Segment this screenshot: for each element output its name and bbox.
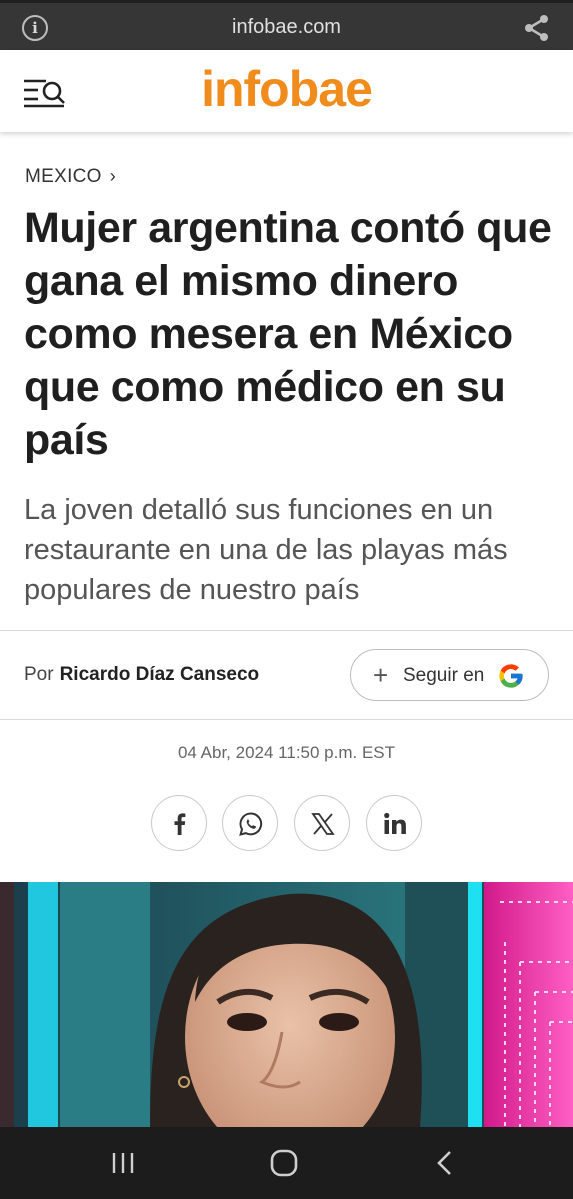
article-photo	[0, 882, 573, 1127]
divider	[0, 719, 573, 720]
share-linkedin-button[interactable]	[366, 795, 422, 851]
share-icon[interactable]	[522, 13, 552, 43]
author-name[interactable]: Ricardo Díaz Canseco	[60, 664, 260, 685]
follow-google-button[interactable]: + Seguir en	[350, 649, 549, 701]
facebook-icon	[174, 813, 186, 835]
chevron-right-icon: ›	[109, 166, 117, 186]
linkedin-icon	[384, 812, 406, 834]
article-title: Mujer argentina contó que gana el mismo …	[24, 204, 552, 464]
system-nav-bar	[0, 1127, 573, 1199]
section-label: MEXICO	[25, 166, 102, 187]
whatsapp-icon	[239, 812, 263, 836]
author-prefix: Por	[24, 664, 54, 685]
share-facebook-button[interactable]	[151, 795, 207, 851]
google-icon	[499, 664, 523, 688]
publish-date: 04 Abr, 2024 11:50 p.m. EST	[177, 743, 396, 762]
follow-label: Seguir en	[403, 665, 485, 686]
url-text[interactable]: infobae.com	[0, 16, 573, 39]
x-icon	[311, 813, 335, 835]
site-header: infobae	[0, 50, 573, 132]
back-icon[interactable]	[428, 1147, 462, 1179]
section-breadcrumb[interactable]: MEXICO ›	[25, 166, 116, 188]
home-icon[interactable]	[267, 1147, 301, 1179]
share-whatsapp-button[interactable]	[222, 795, 278, 851]
browser-url-bar: i infobae.com	[0, 0, 573, 50]
byline: Por Ricardo Díaz Canseco	[24, 664, 259, 686]
site-logo[interactable]: infobae	[0, 60, 573, 118]
plus-icon: +	[373, 660, 389, 690]
recent-apps-icon[interactable]	[106, 1147, 140, 1179]
divider	[0, 630, 573, 631]
share-x-button[interactable]	[294, 795, 350, 851]
article-subtitle: La joven detalló sus funciones en un res…	[24, 494, 508, 606]
